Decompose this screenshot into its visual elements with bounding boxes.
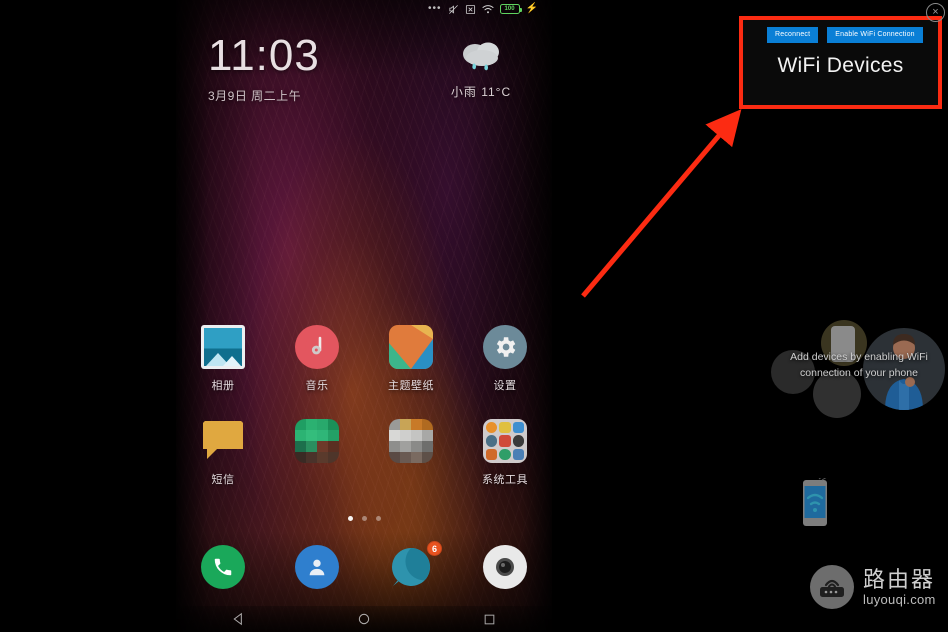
sim-x-icon xyxy=(465,4,475,14)
screenshot-root: ••• 100 ⚡ 11:03 3月9日 周二上午 小雨 11°C 相册 音乐 … xyxy=(0,0,948,632)
page-dot xyxy=(361,516,367,521)
reconnect-button[interactable]: Reconnect xyxy=(767,27,819,43)
dock-camera-app[interactable] xyxy=(458,545,552,589)
wifi-devices-card: Reconnect Enable WiFi Connection WiFi De… xyxy=(739,16,942,109)
wifi-icon xyxy=(482,4,494,13)
rain-cloud-icon xyxy=(463,42,499,71)
app-mosaic-gray[interactable] xyxy=(364,419,458,487)
themes-icon xyxy=(389,325,433,369)
music-icon xyxy=(295,325,339,369)
app-label: 系统工具 xyxy=(482,474,528,486)
app-label: 短信 xyxy=(211,474,235,486)
mosaic-green-icon xyxy=(295,419,339,463)
watermark-en: luyouqi.com xyxy=(863,591,936,607)
app-settings[interactable]: 设置 xyxy=(458,325,552,393)
enable-wifi-connection-button[interactable]: Enable WiFi Connection xyxy=(827,27,923,43)
watermark: 路由器 luyouqi.com xyxy=(810,565,936,609)
app-system-tools[interactable]: 系统工具 xyxy=(458,419,552,487)
clock-date: 3月9日 周二上午 xyxy=(208,89,302,103)
browser-badge: 6 xyxy=(427,541,442,556)
recents-icon[interactable] xyxy=(483,613,496,626)
battery-level-label: 100 xyxy=(504,6,515,12)
android-nav-bar xyxy=(176,606,552,632)
contacts-icon xyxy=(295,545,339,589)
dock: 6 xyxy=(176,541,552,589)
status-bar: ••• 100 ⚡ xyxy=(176,0,552,18)
app-music[interactable]: 音乐 xyxy=(270,325,364,393)
browser-icon xyxy=(389,545,433,589)
battery-icon: 100 xyxy=(499,4,522,14)
watermark-text: 路由器 luyouqi.com xyxy=(863,568,936,607)
more-dots-icon: ••• xyxy=(428,3,442,14)
dock-phone-app[interactable] xyxy=(176,545,270,589)
dock-browser-app[interactable]: 6 xyxy=(364,541,458,589)
empty-state-line-2: connection of your phone xyxy=(800,367,918,379)
empty-state-line-1: Add devices by enabling WiFi xyxy=(790,351,928,363)
weather-widget[interactable]: 小雨 11°C xyxy=(438,34,524,100)
phone-icon xyxy=(201,545,245,589)
phone-with-wifi-icon xyxy=(803,478,827,526)
app-themes[interactable]: 主题壁纸 xyxy=(364,325,458,393)
weather-text: 小雨 11°C xyxy=(450,85,512,99)
charging-icon: ⚡ xyxy=(525,3,538,14)
router-icon xyxy=(810,565,854,609)
watermark-cn: 路由器 xyxy=(863,566,936,592)
app-mosaic-green[interactable] xyxy=(270,419,364,487)
sms-icon xyxy=(201,419,245,463)
page-title: WiFi Devices xyxy=(777,53,904,77)
wifi-action-buttons: Reconnect Enable WiFi Connection xyxy=(743,20,938,43)
mute-icon xyxy=(448,4,458,14)
page-dot xyxy=(347,516,353,521)
page-dot xyxy=(375,516,381,521)
app-gallery[interactable]: 相册 xyxy=(176,325,270,393)
settings-icon xyxy=(483,325,527,369)
app-label: 设置 xyxy=(493,380,517,392)
clock-time: 11:03 xyxy=(208,31,320,80)
home-icon[interactable] xyxy=(357,612,371,626)
app-label: 相册 xyxy=(211,380,235,392)
back-icon[interactable] xyxy=(232,612,246,626)
phone-screen-mirror[interactable]: ••• 100 ⚡ 11:03 3月9日 周二上午 小雨 11°C 相册 音乐 … xyxy=(176,0,552,632)
system-tools-folder-icon xyxy=(483,419,527,463)
dock-contacts-app[interactable] xyxy=(270,545,364,589)
app-label: 主题壁纸 xyxy=(388,380,434,392)
gallery-icon xyxy=(201,325,245,369)
app-grid: 相册 音乐 主题壁纸 设置 短信 系统工具 xyxy=(176,325,552,487)
clock-widget[interactable]: 11:03 3月9日 周二上午 xyxy=(208,34,320,104)
app-row-1: 相册 音乐 主题壁纸 设置 xyxy=(176,325,552,393)
empty-state-text: Add devices by enabling WiFi connection … xyxy=(776,349,942,381)
app-row-2: 短信 系统工具 xyxy=(176,419,552,487)
close-icon[interactable]: × xyxy=(926,3,945,22)
app-sms[interactable]: 短信 xyxy=(176,419,270,487)
camera-icon xyxy=(483,545,527,589)
app-label: 音乐 xyxy=(305,380,329,392)
mosaic-gray-icon xyxy=(389,419,433,463)
wifi-devices-panel: × Reconnect Enable WiFi Connection WiFi … xyxy=(552,0,948,632)
page-indicator-dots xyxy=(176,516,552,521)
